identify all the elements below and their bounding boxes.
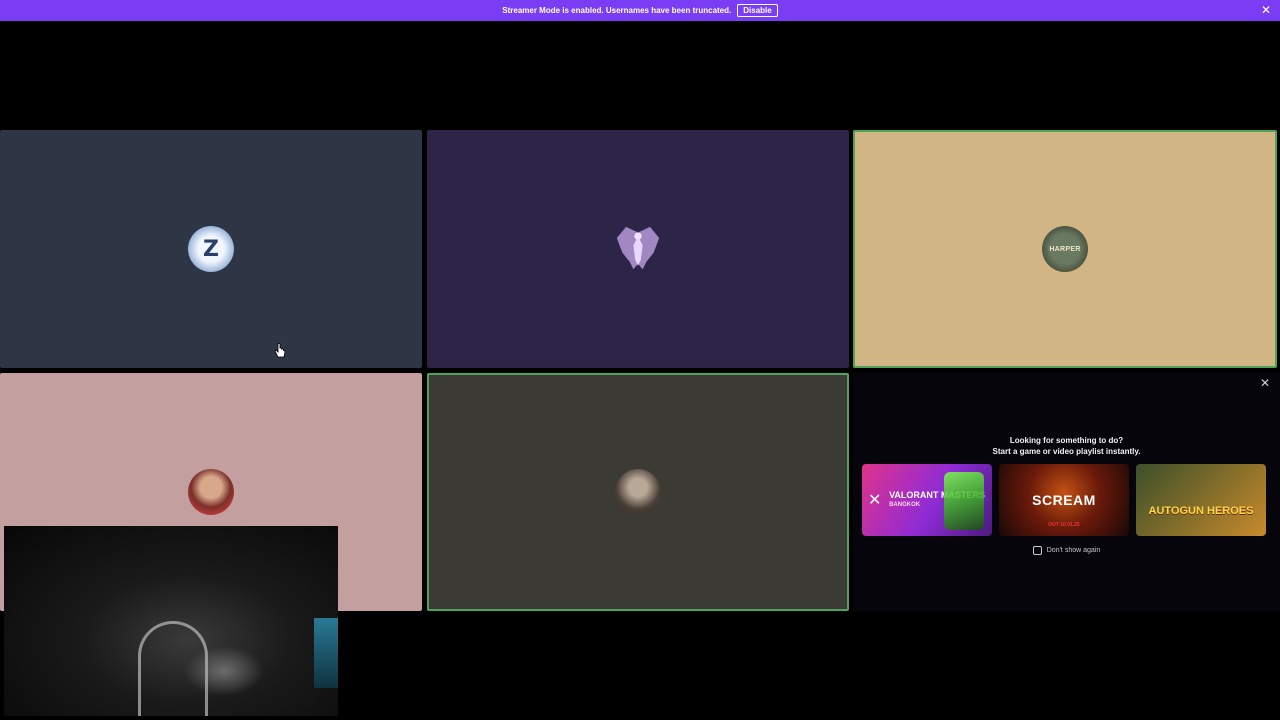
avatar-crest-text: HARPER [1049, 245, 1081, 253]
game-art [944, 472, 984, 530]
game-card-autogun[interactable]: AUTOGUN HEROES [1136, 464, 1266, 536]
hand-cursor-icon [274, 343, 286, 358]
winged-figure-icon [615, 226, 661, 272]
webcam-monitor [314, 618, 338, 688]
avatar-letter: Z [203, 236, 219, 262]
helmet-character-icon [188, 469, 234, 515]
activity-heading-line2: Start a game or video playlist instantly… [992, 447, 1141, 456]
activity-heading: Looking for something to do? Start a gam… [853, 435, 1280, 457]
autogun-logo-icon: AUTOGUN HEROES [1148, 505, 1254, 517]
game-card-scream[interactable]: SCREAM OUT 10.01.25 [999, 464, 1129, 536]
activity-suggestion-panel: ✕ Looking for something to do? Start a g… [853, 373, 1280, 611]
scream-logo-icon: SCREAM [1032, 492, 1096, 508]
dont-show-label: Don't show again [1046, 547, 1101, 554]
game-card-valorant[interactable]: ✕ VALORANT MASTERS BANGKOK [862, 464, 992, 536]
dont-show-again-option[interactable]: Don't show again [853, 546, 1280, 555]
dont-show-checkbox[interactable] [1032, 546, 1042, 555]
z-logo-icon: Z [188, 226, 234, 272]
gaming-chair [138, 621, 208, 716]
game-date: OUT 10.01.25 [1048, 522, 1080, 528]
webcam-overlay [4, 526, 338, 716]
close-panel-icon[interactable]: ✕ [1260, 376, 1270, 390]
streamer-mode-banner: Streamer Mode is enabled. Usernames have… [0, 0, 1280, 21]
valorant-logo-icon: ✕ [868, 492, 882, 509]
game-list: ✕ VALORANT MASTERS BANGKOK SCREAM OUT 10… [862, 464, 1266, 536]
streamer-mode-message: Streamer Mode is enabled. Usernames have… [502, 6, 732, 15]
knight-crest-icon: HARPER [1042, 226, 1088, 272]
participant-tile-3[interactable]: HARPER [853, 130, 1277, 368]
activity-heading-line1: Looking for something to do? [1009, 436, 1124, 445]
participant-tile-1[interactable]: Z [0, 130, 422, 368]
participant-tile-5[interactable] [427, 373, 849, 611]
disable-streamer-mode-button[interactable]: Disable [737, 4, 778, 17]
close-banner-icon[interactable]: ✕ [1261, 3, 1271, 17]
participant-tile-2[interactable] [427, 130, 849, 368]
portrait-icon [615, 469, 661, 515]
